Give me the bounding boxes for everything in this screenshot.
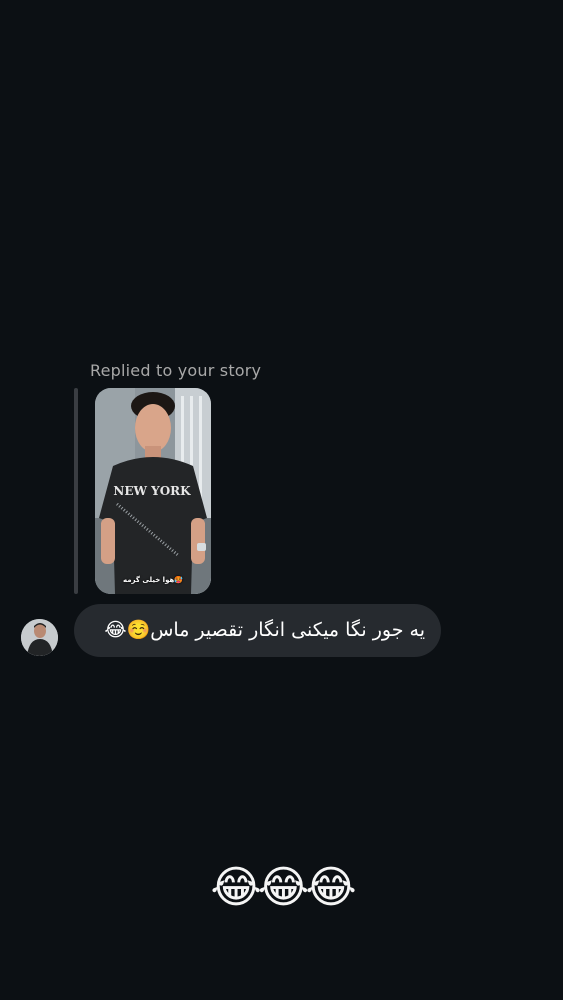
- chat-thread: Replied to your story NEW YORK هوا خیلی …: [0, 0, 563, 1000]
- user-avatar-icon: [21, 619, 58, 656]
- emoji-message[interactable]: 😂😂😂: [0, 858, 563, 918]
- shirt-print: NEW YORK: [113, 484, 191, 498]
- story-thumbnail[interactable]: NEW YORK هوا خیلی گرمه🥵: [95, 388, 211, 594]
- reply-quote-bar: [74, 388, 78, 594]
- story-reply-label: Replied to your story: [90, 361, 262, 380]
- message-bubble[interactable]: یه جور نگا میکنی انگار تقصیر ماس☺️😂: [74, 604, 441, 657]
- story-photo: NEW YORK: [95, 388, 211, 594]
- story-caption: هوا خیلی گرمه🥵: [122, 576, 184, 584]
- sender-avatar[interactable]: [21, 619, 58, 656]
